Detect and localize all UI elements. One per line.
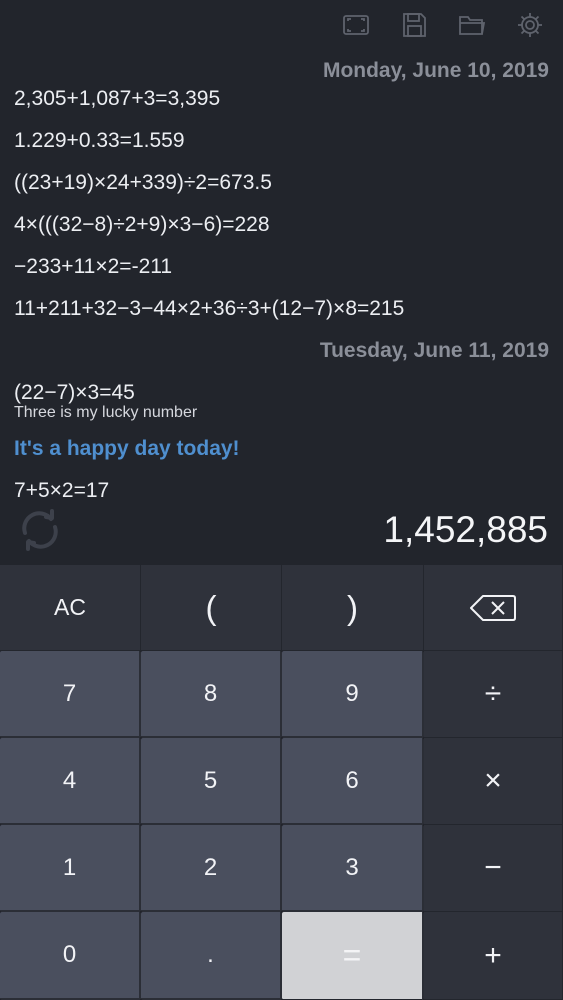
refresh-icon[interactable]: [16, 506, 64, 554]
close-paren-button[interactable]: ): [282, 565, 424, 651]
digit-2-button[interactable]: 2: [141, 825, 282, 912]
history-entry[interactable]: 11+211+32−3−44×2+36÷3+(12−7)×8=215: [14, 288, 549, 330]
calculator-app: Monday, June 10, 2019 2,305+1,087+3=3,39…: [0, 0, 563, 1000]
open-paren-button[interactable]: (: [141, 565, 282, 651]
divide-button[interactable]: ÷: [424, 651, 563, 738]
history-panel: Monday, June 10, 2019 2,305+1,087+3=3,39…: [0, 0, 563, 565]
digit-1-button[interactable]: 1: [0, 825, 141, 912]
digit-3-button[interactable]: 3: [282, 825, 424, 912]
digit-0-button[interactable]: 0: [0, 912, 141, 1000]
history-entry[interactable]: 2,305+1,087+3=3,395: [14, 78, 549, 120]
backspace-icon: [470, 594, 516, 621]
add-button[interactable]: +: [424, 912, 563, 1000]
decimal-button[interactable]: .: [141, 912, 282, 1000]
result-display: 1,452,885: [383, 509, 548, 550]
digit-8-button[interactable]: 8: [141, 651, 282, 738]
clear-button[interactable]: AC: [0, 565, 141, 651]
calculation-history: Monday, June 10, 2019 2,305+1,087+3=3,39…: [14, 58, 549, 512]
history-entry[interactable]: 4×(((32−8)÷2+9)×3−6)=228: [14, 204, 549, 246]
toolbar: [341, 10, 545, 40]
history-entry[interactable]: −233+11×2=-211: [14, 246, 549, 288]
subtract-button[interactable]: −: [424, 825, 563, 912]
digit-9-button[interactable]: 9: [282, 651, 424, 738]
digit-7-button[interactable]: 7: [0, 651, 141, 738]
history-entry[interactable]: ((23+19)×24+339)÷2=673.5: [14, 162, 549, 204]
digit-6-button[interactable]: 6: [282, 738, 424, 825]
date-header: Tuesday, June 11, 2019: [319, 339, 549, 362]
fullscreen-icon[interactable]: [341, 10, 371, 40]
backspace-button[interactable]: [424, 565, 563, 651]
digit-5-button[interactable]: 5: [141, 738, 282, 825]
multiply-button[interactable]: ×: [424, 738, 563, 825]
history-entry[interactable]: 1.229+0.33=1.559: [14, 120, 549, 162]
settings-icon[interactable]: [515, 10, 545, 40]
keypad: AC ( ) 7 8 9 ÷ 4 5 6 × 1 2 3 − 0 . = +: [0, 565, 563, 1000]
digit-4-button[interactable]: 4: [0, 738, 141, 825]
folder-icon[interactable]: [457, 10, 487, 40]
equals-button[interactable]: =: [282, 912, 424, 1000]
entry-note: Three is my lucky number: [14, 404, 198, 421]
save-icon[interactable]: [399, 10, 429, 40]
history-comment[interactable]: It's a happy day today!: [14, 428, 549, 470]
result-row: 1,452,885: [0, 500, 563, 560]
